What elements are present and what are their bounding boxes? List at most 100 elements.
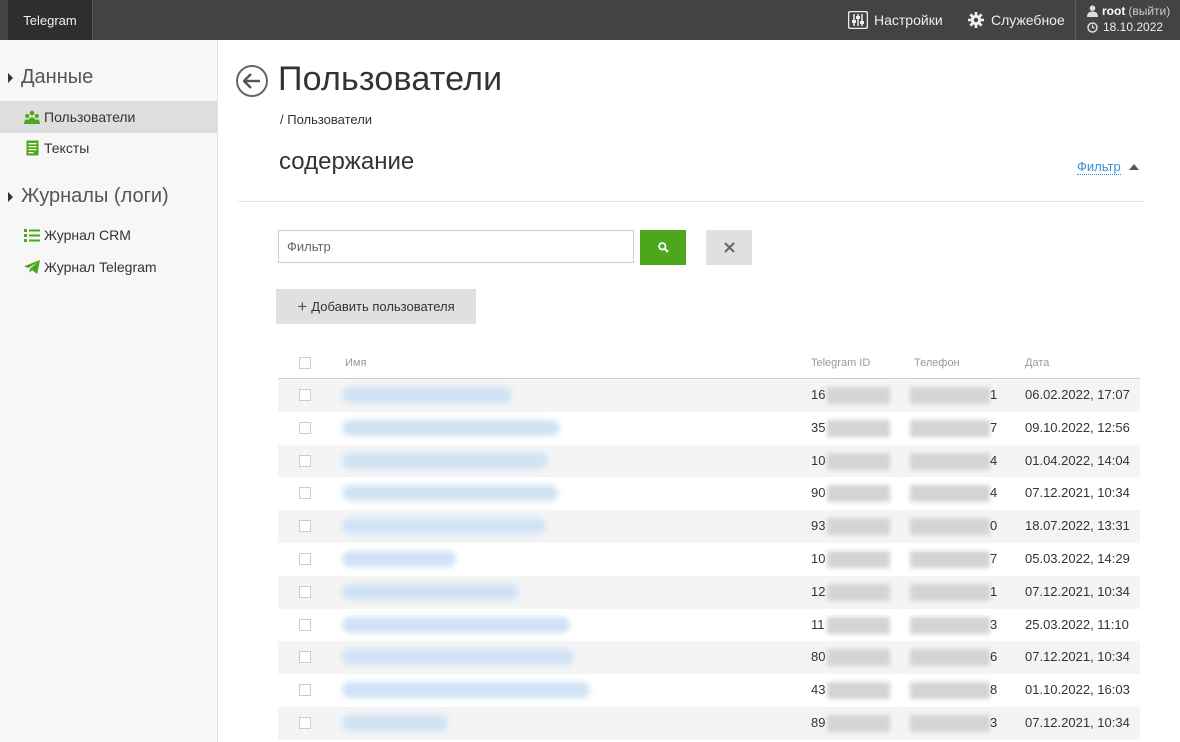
sidebar-section-data[interactable]: Данные [8,66,93,89]
user-name-link[interactable] [342,649,574,666]
filter-input[interactable] [278,230,634,263]
redacted-phone [910,682,990,700]
brand-tab[interactable]: Telegram [8,0,93,40]
redacted-telegram-id [827,485,890,503]
user-name-link[interactable] [342,387,512,403]
table-row[interactable]: 90 4 07.12.2021, 10:34 [278,477,1140,510]
user-name-link[interactable] [342,583,518,600]
user-name-link[interactable] [342,452,548,469]
redacted-phone [910,518,990,536]
gear-icon [968,12,984,28]
column-header-telegram-id[interactable]: Telegram ID [811,357,870,369]
redacted-telegram-id [827,682,890,700]
row-checkbox[interactable] [299,716,311,729]
telegram-id-cell: 10 [811,452,826,468]
telegram-id-cell: 43 [811,682,826,698]
divider [238,201,1144,202]
phone-cell: 0 [990,518,998,534]
sidebar-item-crm-log[interactable]: Журнал CRM [0,219,217,251]
breadcrumb[interactable]: / Пользователи [280,112,372,127]
phone-cell: 4 [990,485,998,501]
table-header: Имя Telegram ID Телефон Дата [278,345,1140,379]
clear-filter-button[interactable] [706,230,752,265]
row-checkbox[interactable] [299,487,311,500]
redacted-telegram-id [827,518,890,536]
back-button[interactable] [236,65,268,97]
caret-right-icon [8,191,13,202]
current-date: 18.10.2022 [1103,20,1164,34]
sidebar: Данные Пользователи Тексты Журналы (логи… [0,40,218,742]
service-label: Служебное [991,12,1065,28]
close-icon [723,242,735,253]
telegram-icon [24,259,40,275]
column-header-date[interactable]: Дата [1025,357,1049,369]
row-checkbox[interactable] [299,454,311,467]
add-user-label: Добавить пользователя [311,299,455,314]
date-cell: 01.10.2022, 16:03 [1025,682,1130,698]
add-user-button[interactable]: + Добавить пользователя [276,289,476,324]
redacted-telegram-id [827,616,890,634]
telegram-id-cell: 93 [811,518,826,534]
telegram-id-cell: 16 [811,387,826,402]
logout-link[interactable]: (выйти) [1128,4,1170,18]
table-row[interactable]: 80 6 07.12.2021, 10:34 [278,641,1140,675]
table-row[interactable]: 11 3 25.03.2022, 11:10 [278,609,1140,642]
sidebar-item-label: Журнал CRM [44,227,131,243]
column-header-name[interactable]: Имя [345,357,366,369]
table-row[interactable]: 16 1 06.02.2022, 17:07 [278,379,1140,412]
redacted-phone [910,714,990,732]
settings-menu[interactable]: Настройки [848,0,943,40]
user-name-link[interactable] [342,714,448,731]
column-header-phone[interactable]: Телефон [914,357,960,369]
document-icon [24,140,40,156]
redacted-telegram-id [827,387,890,404]
user-name-link[interactable] [342,419,560,436]
row-checkbox[interactable] [299,520,311,533]
redacted-telegram-id [827,583,890,601]
row-checkbox[interactable] [299,618,311,631]
row-checkbox[interactable] [299,585,311,598]
service-menu[interactable]: Служебное [967,0,1065,40]
sidebar-section-label: Данные [21,66,94,88]
telegram-id-cell: 10 [811,550,826,566]
user-name-link[interactable] [342,682,590,699]
date-cell: 18.07.2022, 13:31 [1025,518,1130,534]
telegram-id-cell: 80 [811,649,826,665]
phone-cell: 8 [990,682,998,698]
telegram-id-cell: 12 [811,583,826,599]
redacted-telegram-id [827,714,890,732]
user-name-link[interactable] [342,485,558,502]
top-bar: Telegram Настройки Служебное root (выйти… [0,0,1180,40]
redacted-telegram-id [827,550,890,568]
row-checkbox[interactable] [299,552,311,565]
select-all-checkbox[interactable] [299,357,311,369]
user-name-link[interactable] [342,550,456,567]
row-checkbox[interactable] [299,684,311,697]
filter-toggle[interactable]: Фильтр [1077,159,1139,175]
arrow-left-icon [243,73,260,89]
row-checkbox[interactable] [299,389,311,401]
sidebar-section-logs[interactable]: Журналы (логи) [8,185,169,208]
table-row[interactable]: 43 8 01.10.2022, 16:03 [278,674,1140,707]
redacted-phone [910,452,990,470]
telegram-id-cell: 35 [811,419,826,435]
table-row[interactable]: 10 7 05.03.2022, 14:29 [278,543,1140,576]
table-row[interactable]: 12 1 07.12.2021, 10:34 [278,575,1140,609]
row-checkbox[interactable] [299,421,311,434]
search-button[interactable] [640,230,686,265]
table-row[interactable]: 89 3 07.12.2021, 10:34 [278,706,1140,740]
row-checkbox[interactable] [299,651,311,664]
sidebar-item-telegram-log[interactable]: Журнал Telegram [0,251,217,283]
table-body: 16 1 06.02.2022, 17:07 35 7 09.10.2022, 12:56… [278,379,1140,740]
user-name-link[interactable] [342,518,546,535]
table-row[interactable]: 10 4 01.04.2022, 14:04 [278,444,1140,478]
table-row[interactable]: 93 0 18.07.2022, 13:31 [278,510,1140,543]
telegram-id-cell: 89 [811,714,826,730]
table-row[interactable]: 35 7 09.10.2022, 12:56 [278,412,1140,445]
sidebar-item-texts[interactable]: Тексты [0,132,217,164]
date-cell: 01.04.2022, 14:04 [1025,452,1130,468]
sidebar-item-users[interactable]: Пользователи [0,101,217,133]
user-name-link[interactable] [342,616,570,633]
plus-icon: + [297,297,308,316]
phone-cell: 6 [990,649,998,665]
